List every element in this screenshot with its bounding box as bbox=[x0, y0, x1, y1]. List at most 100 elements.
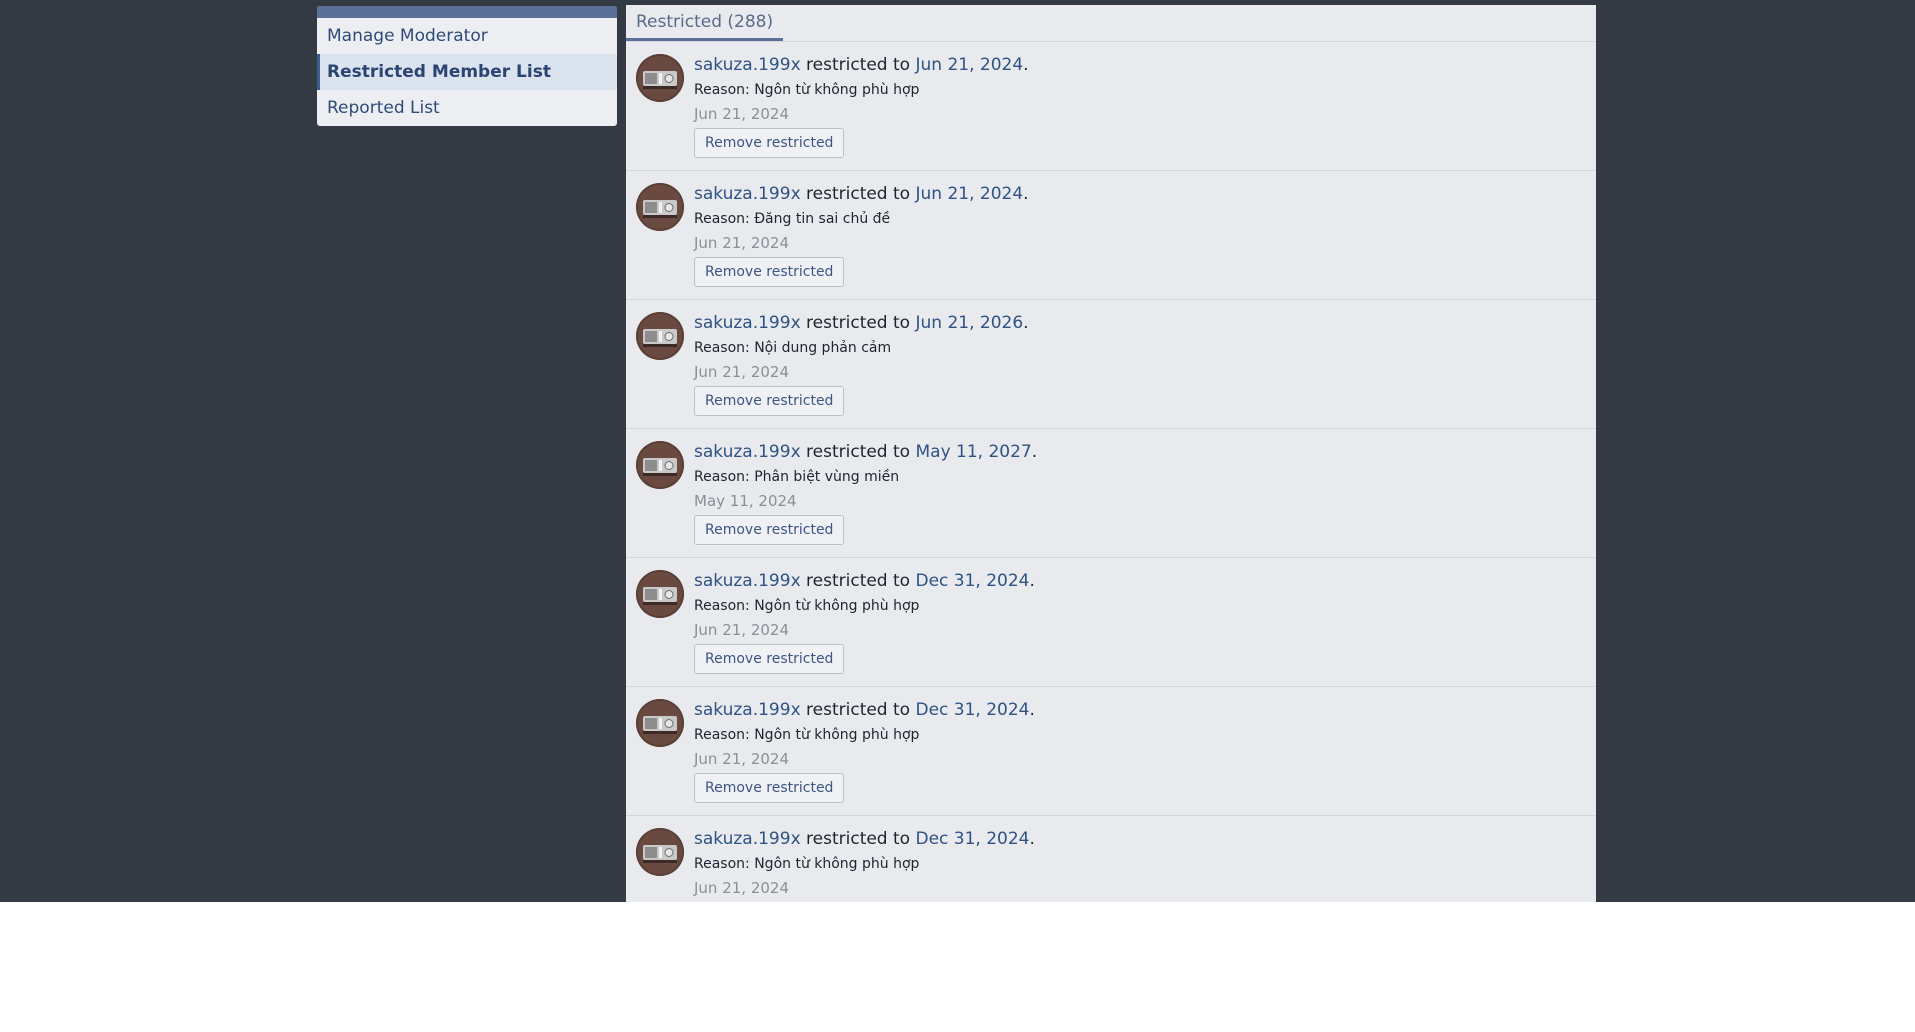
avatar-image-icon bbox=[636, 54, 684, 102]
avatar-image-icon bbox=[636, 441, 684, 489]
restriction-end-date[interactable]: Dec 31, 2024 bbox=[915, 571, 1029, 591]
avatar[interactable] bbox=[636, 183, 684, 231]
restricted-row: sakuza.199x restricted to Dec 31, 2024. … bbox=[626, 816, 1596, 902]
reason-line: Reason: Ngôn từ không phù hợp bbox=[694, 78, 1029, 102]
remove-restricted-button[interactable]: Remove restricted bbox=[694, 773, 845, 803]
restricted-row: sakuza.199x restricted to Jun 21, 2026. … bbox=[626, 300, 1596, 429]
restricted-date: Jun 21, 2024 bbox=[694, 621, 790, 639]
restricted-date: Jun 21, 2024 bbox=[694, 879, 790, 897]
reason-line: Reason: Ngôn từ không phù hợp bbox=[694, 852, 1035, 876]
reason-text: Ngôn từ không phù hợp bbox=[754, 82, 920, 98]
restricted-list: sakuza.199x restricted to Jun 21, 2024. … bbox=[626, 42, 1596, 902]
reason-line: Reason: Ngôn từ không phù hợp bbox=[694, 594, 1035, 618]
restricted-to-text: restricted to bbox=[806, 55, 911, 75]
reason-line: Reason: Đăng tin sai chủ đề bbox=[694, 207, 1029, 231]
restriction-end-date[interactable]: Jun 21, 2024 bbox=[915, 55, 1023, 75]
username-link[interactable]: sakuza.199x bbox=[694, 829, 801, 849]
reason-label: Reason: bbox=[694, 469, 750, 485]
avatar-image-icon bbox=[636, 828, 684, 876]
restriction-end-date[interactable]: Jun 21, 2026 bbox=[915, 313, 1023, 333]
remove-restricted-button[interactable]: Remove restricted bbox=[694, 257, 845, 287]
period-text: . bbox=[1029, 571, 1035, 591]
username-link[interactable]: sakuza.199x bbox=[694, 571, 801, 591]
restriction-summary: sakuza.199x restricted to Dec 31, 2024. bbox=[694, 568, 1035, 594]
restricted-to-text: restricted to bbox=[806, 442, 911, 462]
username-link[interactable]: sakuza.199x bbox=[694, 313, 801, 333]
avatar[interactable] bbox=[636, 312, 684, 360]
row-body: sakuza.199x restricted to Dec 31, 2024. … bbox=[694, 697, 1035, 803]
tab-bar: Restricted (288) bbox=[626, 5, 1596, 42]
restriction-end-date[interactable]: May 11, 2027 bbox=[915, 442, 1031, 462]
period-text: . bbox=[1023, 313, 1029, 333]
restriction-summary: sakuza.199x restricted to Jun 21, 2026. bbox=[694, 310, 1029, 336]
restricted-row: sakuza.199x restricted to Jun 21, 2024. … bbox=[626, 42, 1596, 171]
restricted-to-text: restricted to bbox=[806, 571, 911, 591]
restricted-date: May 11, 2024 bbox=[694, 492, 797, 510]
restricted-to-text: restricted to bbox=[806, 313, 911, 333]
remove-restricted-button[interactable]: Remove restricted bbox=[694, 128, 845, 158]
avatar[interactable] bbox=[636, 699, 684, 747]
username-link[interactable]: sakuza.199x bbox=[694, 700, 801, 720]
restriction-end-date[interactable]: Jun 21, 2024 bbox=[915, 184, 1023, 204]
reason-label: Reason: bbox=[694, 598, 750, 614]
period-text: . bbox=[1031, 442, 1038, 462]
period-text: . bbox=[1023, 184, 1029, 204]
row-body: sakuza.199x restricted to Dec 31, 2024. … bbox=[694, 568, 1035, 674]
restricted-date: Jun 21, 2024 bbox=[694, 363, 790, 381]
avatar[interactable] bbox=[636, 441, 684, 489]
sidebar-item-manage-moderator[interactable]: Manage Moderator bbox=[317, 18, 617, 54]
reason-text: Ngôn từ không phù hợp bbox=[754, 598, 920, 614]
reason-label: Reason: bbox=[694, 82, 750, 98]
username-link[interactable]: sakuza.199x bbox=[694, 442, 801, 462]
restriction-summary: sakuza.199x restricted to Jun 21, 2024. bbox=[694, 52, 1029, 78]
restriction-summary: sakuza.199x restricted to Dec 31, 2024. bbox=[694, 826, 1035, 852]
reason-label: Reason: bbox=[694, 211, 750, 227]
reason-line: Reason: Phân biệt vùng miền bbox=[694, 465, 1037, 489]
reason-line: Reason: Ngôn từ không phù hợp bbox=[694, 723, 1035, 747]
reason-text: Phân biệt vùng miền bbox=[754, 469, 900, 485]
reason-text: Ngôn từ không phù hợp bbox=[754, 856, 920, 872]
avatar[interactable] bbox=[636, 570, 684, 618]
restricted-to-text: restricted to bbox=[806, 829, 911, 849]
avatar-image-icon bbox=[636, 183, 684, 231]
reason-label: Reason: bbox=[694, 856, 750, 872]
row-body: sakuza.199x restricted to Jun 21, 2024. … bbox=[694, 181, 1029, 287]
period-text: . bbox=[1023, 55, 1029, 75]
restriction-summary: sakuza.199x restricted to Dec 31, 2024. bbox=[694, 697, 1035, 723]
remove-restricted-button[interactable]: Remove restricted bbox=[694, 644, 845, 674]
avatar[interactable] bbox=[636, 828, 684, 876]
avatar[interactable] bbox=[636, 54, 684, 102]
row-body: sakuza.199x restricted to Dec 31, 2024. … bbox=[694, 826, 1035, 902]
sidebar-header-bar bbox=[317, 6, 617, 18]
sidebar-item-restricted-member-list[interactable]: Restricted Member List bbox=[317, 54, 617, 90]
row-body: sakuza.199x restricted to May 11, 2027. … bbox=[694, 439, 1037, 545]
restricted-row: sakuza.199x restricted to Dec 31, 2024. … bbox=[626, 687, 1596, 816]
reason-text: Đăng tin sai chủ đề bbox=[754, 211, 891, 227]
row-body: sakuza.199x restricted to Jun 21, 2024. … bbox=[694, 52, 1029, 158]
restricted-date: Jun 21, 2024 bbox=[694, 105, 790, 123]
row-body: sakuza.199x restricted to Jun 21, 2026. … bbox=[694, 310, 1029, 416]
restricted-row: sakuza.199x restricted to Dec 31, 2024. … bbox=[626, 558, 1596, 687]
restricted-row: sakuza.199x restricted to Jun 21, 2024. … bbox=[626, 171, 1596, 300]
reason-label: Reason: bbox=[694, 727, 750, 743]
restricted-date: Jun 21, 2024 bbox=[694, 750, 790, 768]
restriction-end-date[interactable]: Dec 31, 2024 bbox=[915, 700, 1029, 720]
restricted-to-text: restricted to bbox=[806, 184, 911, 204]
tab-restricted[interactable]: Restricted (288) bbox=[626, 5, 784, 41]
username-link[interactable]: sakuza.199x bbox=[694, 184, 801, 204]
restricted-to-text: restricted to bbox=[806, 700, 911, 720]
reason-text: Ngôn từ không phù hợp bbox=[754, 727, 920, 743]
restricted-panel: Restricted (288) sakuza.199x restricted … bbox=[626, 5, 1596, 902]
restriction-end-date[interactable]: Dec 31, 2024 bbox=[915, 829, 1029, 849]
page-background: Manage Moderator Restricted Member List … bbox=[0, 0, 1915, 902]
period-text: . bbox=[1029, 700, 1035, 720]
remove-restricted-button[interactable]: Remove restricted bbox=[694, 386, 845, 416]
reason-label: Reason: bbox=[694, 340, 750, 356]
avatar-image-icon bbox=[636, 699, 684, 747]
restriction-summary: sakuza.199x restricted to May 11, 2027. bbox=[694, 439, 1037, 465]
period-text: . bbox=[1029, 829, 1035, 849]
remove-restricted-button[interactable]: Remove restricted bbox=[694, 515, 845, 545]
sidebar-item-reported-list[interactable]: Reported List bbox=[317, 90, 617, 126]
username-link[interactable]: sakuza.199x bbox=[694, 55, 801, 75]
restricted-date: Jun 21, 2024 bbox=[694, 234, 790, 252]
